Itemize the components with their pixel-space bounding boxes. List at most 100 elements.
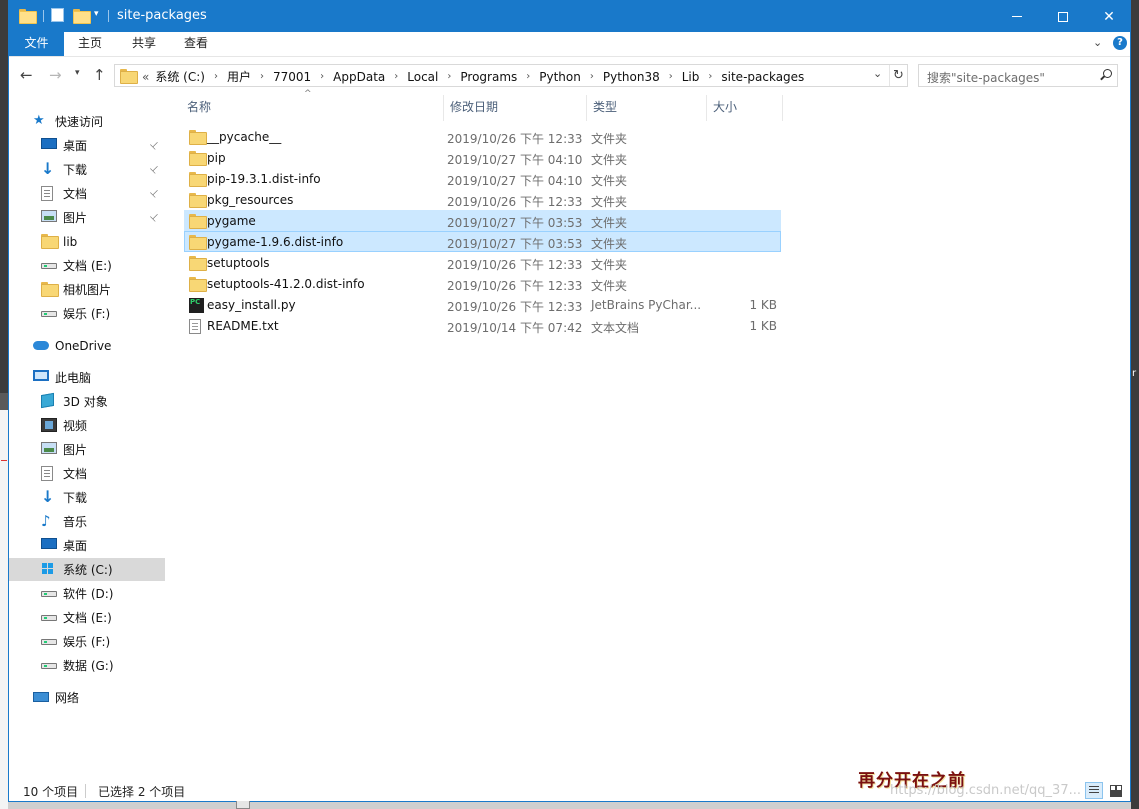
breadcrumb-separator-chevron-icon[interactable]: › [394,71,398,82]
breadcrumb-item[interactable]: site-packages [721,70,804,84]
sidebar-item[interactable]: 系统 (C:) [9,558,165,581]
sidebar-item-label: 下载 [63,491,88,505]
file-name: easy_install.py [207,298,296,312]
up-arrow-icon[interactable]: ↑ [93,66,106,84]
sidebar-item[interactable]: ↓ 下载 ⊥ [9,158,165,181]
sidebar-item[interactable]: 文档 [9,462,165,485]
file-row[interactable]: setuptools 2019/10/26 下午 12:33 文件夹 [184,252,781,273]
address-dropdown-chevron-icon[interactable]: ⌄ [873,67,882,80]
tab-home[interactable]: 主页 [67,32,113,56]
sidebar-item[interactable]: 网络 [9,686,165,709]
file-date: 2019/10/26 下午 12:33 [447,195,583,209]
column-header-date[interactable]: 修改日期 [444,95,587,121]
breadcrumb-item[interactable]: 77001 [273,70,311,84]
sidebar-item[interactable]: 相机图片 [9,278,165,301]
sidebar-item[interactable]: 娱乐 (F:) [9,302,165,325]
maximize-button[interactable] [1040,1,1086,32]
breadcrumb-separator-chevron-icon[interactable]: › [260,71,264,82]
chevron-down-icon[interactable]: ▾ [94,9,99,27]
column-header-name[interactable]: 名称 [181,95,444,121]
file-row[interactable]: README.txt 2019/10/14 下午 07:42 文本文档 1 KB [184,315,781,336]
breadcrumb-separator-chevron-icon[interactable]: › [447,71,451,82]
breadcrumb-separator-chevron-icon[interactable]: › [320,71,324,82]
large-icons-view-button[interactable] [1107,782,1125,799]
file-name: pkg_resources [207,193,294,207]
tab-file[interactable]: 文件 [9,32,64,56]
file-row[interactable]: pip 2019/10/27 下午 04:10 文件夹 [184,147,781,168]
back-arrow-icon[interactable]: ← [20,66,33,84]
sidebar-item[interactable]: 3D 对象 [9,390,165,413]
title-bar[interactable]: ▾ site-packages ✕ [9,1,1130,32]
file-row[interactable]: PC easy_install.py 2019/10/26 下午 12:33 JetB… [184,294,781,315]
sidebar-item[interactable]: OneDrive [9,334,165,357]
sidebar-item-label: 快速访问 [55,115,104,129]
breadcrumb-item[interactable]: AppData [333,70,385,84]
sidebar-item[interactable]: lib [9,230,165,253]
sidebar-item[interactable]: 桌面 [9,534,165,557]
file-row[interactable]: setuptools-41.2.0.dist-info 2019/10/26 下午… [184,273,781,294]
file-row[interactable]: __pycache__ 2019/10/26 下午 12:33 文件夹 [184,126,781,147]
address-bar[interactable]: « 系统 (C:) › 用户 › 77001 › AppData › Local › Program… [114,64,908,87]
3d-objects-icon [41,392,54,409]
file-row[interactable]: pygame 2019/10/27 下午 03:53 文件夹 [184,210,781,231]
sidebar-item[interactable]: ♪ 音乐 [9,510,165,533]
sidebar-item[interactable]: 软件 (D:) [9,582,165,605]
column-header-size[interactable]: 大小 [707,95,783,121]
download-icon: ↓ [41,159,55,178]
breadcrumb-item[interactable]: 用户 [227,68,251,85]
folder-icon [120,69,138,84]
breadcrumb-separator-chevron-icon[interactable]: › [669,71,673,82]
refresh-icon[interactable]: ↻ [889,65,907,86]
breadcrumb-item[interactable]: Programs [460,70,517,84]
help-icon[interactable]: ? [1113,36,1127,50]
music-icon: ♪ [41,512,51,530]
sidebar-item[interactable]: 文档 ⊥ [9,182,165,205]
file-name: pip-19.3.1.dist-info [207,172,321,186]
sidebar-item[interactable]: 文档 (E:) [9,254,165,277]
breadcrumb-item[interactable]: Python38 [603,70,660,84]
sidebar-item[interactable]: 视频 [9,414,165,437]
close-icon: ✕ [1103,8,1115,25]
details-view-button[interactable] [1085,782,1103,799]
sidebar-item-label: OneDrive [55,338,112,353]
file-row[interactable]: pkg_resources 2019/10/26 下午 12:33 文件夹 [184,189,781,210]
column-header-type[interactable]: 类型 [587,95,707,121]
sidebar-item[interactable]: 此电脑 [9,366,165,389]
sidebar-item[interactable]: ★ 快速访问 [9,110,165,133]
search-icon[interactable] [1099,69,1113,83]
sidebar-item[interactable]: 图片 ⊥ [9,206,165,229]
breadcrumb-separator-chevron-icon[interactable]: › [590,71,594,82]
pictures-icon [41,210,57,222]
tab-share[interactable]: 共享 [121,32,167,56]
breadcrumb-item[interactable]: Python [539,70,581,84]
file-date: 2019/10/27 下午 04:10 [447,174,583,188]
background-window-edge-left [0,0,8,809]
breadcrumb-separator-chevron-icon[interactable]: › [708,71,712,82]
sidebar-item[interactable]: 桌面 ⊥ [9,134,165,157]
breadcrumb-overflow[interactable]: « [142,70,149,84]
file-date: 2019/10/27 下午 03:53 [447,237,583,251]
breadcrumb-item[interactable]: Local [407,70,438,84]
recent-locations-chevron-icon[interactable]: ▾ [75,68,80,78]
breadcrumb-item[interactable]: 系统 (C:) [155,68,205,85]
sidebar-item[interactable]: 文档 (E:) [9,606,165,629]
breadcrumb-separator-chevron-icon[interactable]: › [214,71,218,82]
tab-view[interactable]: 查看 [173,32,219,56]
sidebar-item[interactable]: ↓ 下载 [9,486,165,509]
forward-arrow-icon[interactable]: → [49,66,62,84]
breadcrumb-item[interactable]: Lib [682,70,700,84]
properties-icon[interactable] [51,8,64,22]
sidebar-item-label: 桌面 [63,539,88,553]
windows-drive-icon [41,562,57,576]
search-input[interactable]: 搜索"site-packages" [918,64,1118,87]
minimize-button[interactable] [994,1,1040,32]
close-button[interactable]: ✕ [1086,1,1132,32]
file-row[interactable]: pip-19.3.1.dist-info 2019/10/27 下午 04:10 文… [184,168,781,189]
sidebar-item[interactable]: 数据 (G:) [9,654,165,677]
breadcrumb-separator-chevron-icon[interactable]: › [526,71,530,82]
expand-ribbon-chevron-icon[interactable]: ⌄ [1093,36,1102,49]
file-row[interactable]: pygame-1.9.6.dist-info 2019/10/27 下午 03:5… [184,231,781,252]
sidebar-item[interactable]: 娱乐 (F:) [9,630,165,653]
sidebar-item[interactable]: 图片 [9,438,165,461]
new-folder-icon[interactable] [73,9,91,27]
